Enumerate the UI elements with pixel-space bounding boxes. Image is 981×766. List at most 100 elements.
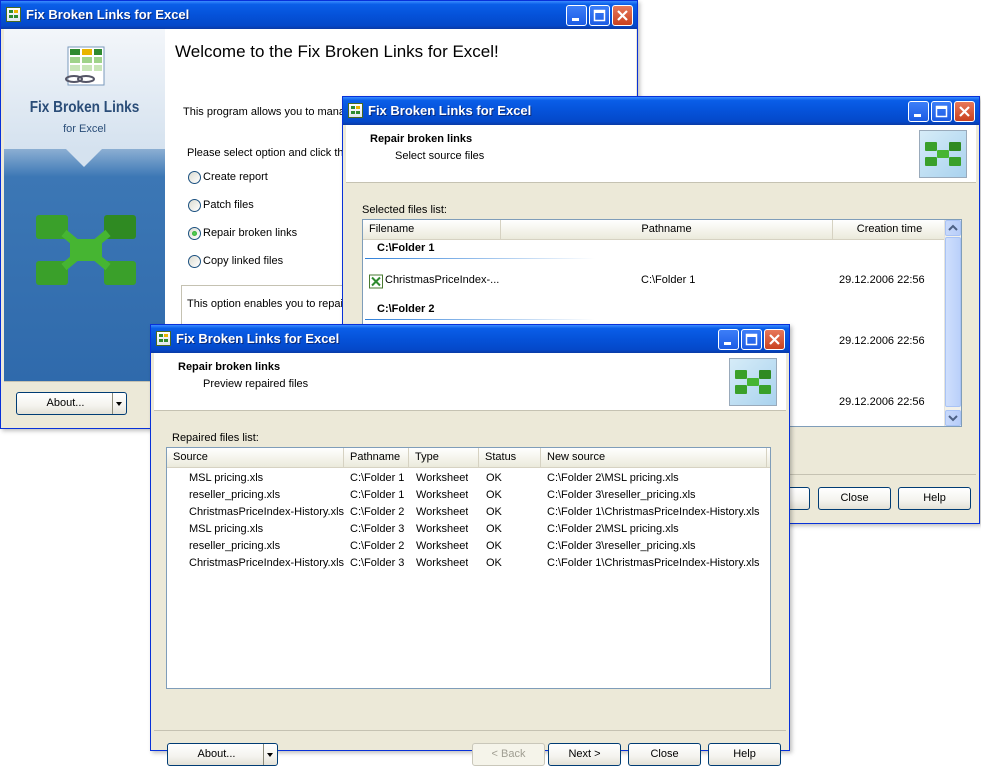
preview-window: Fix Broken Links for Excel Repair broken… [150, 324, 790, 766]
group-divider [365, 319, 595, 320]
minimize-button[interactable] [908, 101, 929, 122]
scroll-thumb[interactable] [945, 237, 961, 407]
row-status: OK [486, 557, 502, 569]
scroll-up-button[interactable] [945, 220, 961, 236]
maximize-icon [935, 105, 948, 118]
source-section-title: Repair broken links [370, 133, 473, 145]
col-new-source[interactable]: New source [541, 448, 767, 467]
list-item[interactable]: ChristmasPriceIndex-... C:\Folder 1 29.1… [363, 272, 945, 289]
preview-close-button[interactable]: Close [628, 743, 701, 766]
preview-about-button[interactable]: About... [167, 743, 278, 766]
row-status: OK [486, 472, 502, 484]
row-new-source: C:\Folder 2\MSL pricing.xls [547, 472, 679, 484]
table-row[interactable]: MSL pricing.xls C:\Folder 3 Worksheet OK C:\… [167, 521, 770, 538]
header-logo [919, 130, 967, 178]
row-source: MSL pricing.xls [189, 523, 264, 535]
maximize-button[interactable] [931, 101, 952, 122]
source-titlebar[interactable]: Fix Broken Links for Excel [343, 97, 979, 125]
col-source[interactable]: Source [167, 448, 344, 467]
table-row[interactable]: MSL pricing.xls C:\Folder 1 Worksheet OK C:\… [167, 470, 770, 487]
close-window-button[interactable] [612, 5, 633, 26]
row-type: Worksheet [416, 540, 469, 552]
welcome-about-button[interactable]: About... [16, 392, 127, 415]
option-patch-files-label[interactable]: Patch files [203, 199, 254, 211]
source-close-button[interactable]: Close [818, 487, 891, 510]
row-pathname: C:\Folder 1 [350, 489, 405, 501]
about-dropdown-arrow[interactable] [263, 744, 277, 765]
maximize-button[interactable] [741, 329, 762, 350]
col-type[interactable]: Type [409, 448, 479, 467]
col-filename[interactable]: Filename [363, 220, 501, 239]
next-button[interactable]: Next > [548, 743, 621, 766]
row-pathname: C:\Folder 3 [350, 523, 405, 535]
maximize-icon [745, 333, 758, 346]
minimize-button[interactable] [718, 329, 739, 350]
col-pathname[interactable]: Pathname [501, 220, 833, 239]
row-source: reseller_pricing.xls [189, 540, 281, 552]
welcome-heading: Welcome to the Fix Broken Links for Exce… [175, 42, 499, 61]
row-new-source: C:\Folder 1\ChristmasPriceIndex-History.… [547, 557, 760, 569]
about-dropdown-arrow[interactable] [112, 393, 126, 414]
close-window-button[interactable] [764, 329, 785, 350]
table-row[interactable]: ChristmasPriceIndex-History.xls C:\Folder… [167, 555, 770, 572]
option-copy-linked-files-label[interactable]: Copy linked files [203, 255, 283, 267]
minimize-button[interactable] [566, 5, 587, 26]
preview-header: Repair broken links Preview repaired fil… [154, 353, 786, 411]
row-type: Worksheet [416, 489, 469, 501]
scroll-down-button[interactable] [945, 410, 961, 426]
chevron-up-icon [948, 224, 958, 231]
brand-panel: Fix Broken Links for Excel [4, 29, 165, 381]
col-status[interactable]: Status [479, 448, 541, 467]
app-icon [348, 103, 363, 118]
option-create-report-radio[interactable] [188, 171, 201, 184]
minimize-icon [724, 342, 731, 345]
table-row[interactable]: ChristmasPriceIndex-History.xls C:\Folder… [167, 504, 770, 521]
source-help-button[interactable]: Help [898, 487, 971, 510]
row-pathname: C:\Folder 1 [350, 472, 405, 484]
preview-titlebar[interactable]: Fix Broken Links for Excel [151, 325, 789, 353]
window-title: Fix Broken Links for Excel [176, 331, 340, 346]
source-header: Repair broken links Select source files [346, 125, 976, 183]
group-divider [365, 258, 595, 259]
app-icon [156, 331, 171, 346]
list-vertical-scrollbar[interactable] [944, 220, 961, 426]
group-header: C:\Folder 1 [377, 242, 435, 254]
cross-logo-icon [925, 142, 961, 166]
preview-section-subtitle: Preview repaired files [203, 378, 309, 390]
row-pathname: C:\Folder 3 [350, 557, 405, 569]
welcome-titlebar[interactable]: Fix Broken Links for Excel [1, 1, 637, 29]
row-source: MSL pricing.xls [189, 472, 264, 484]
row-type: Worksheet [416, 523, 469, 535]
option-copy-linked-files-radio[interactable] [188, 255, 201, 268]
welcome-prompt: Please select option and click the [187, 147, 350, 159]
file-time: 29.12.2006 22:56 [839, 274, 925, 286]
window-title: Fix Broken Links for Excel [368, 103, 532, 118]
col-creation-time[interactable]: Creation time [833, 220, 947, 239]
repaired-files-list[interactable]: Source Pathname Type Status New source M… [166, 447, 771, 689]
option-repair-broken-links-radio[interactable] [188, 227, 201, 240]
chevron-down-icon [948, 415, 958, 422]
back-button[interactable]: < Back [472, 743, 545, 766]
col-pathname[interactable]: Pathname [344, 448, 409, 467]
file-time: 29.12.2006 22:56 [839, 335, 925, 347]
close-window-button[interactable] [954, 101, 975, 122]
option-create-report-label[interactable]: Create report [203, 171, 268, 183]
preview-client: Repair broken links Preview repaired fil… [154, 353, 786, 766]
close-icon [959, 106, 970, 117]
source-section-subtitle: Select source files [395, 150, 485, 162]
window-title: Fix Broken Links for Excel [26, 7, 190, 22]
option-repair-broken-links-label[interactable]: Repair broken links [203, 227, 297, 239]
minimize-icon [572, 18, 579, 21]
preview-help-button[interactable]: Help [708, 743, 781, 766]
preview-section-title: Repair broken links [178, 361, 281, 373]
row-type: Worksheet [416, 506, 469, 518]
row-pathname: C:\Folder 2 [350, 540, 405, 552]
row-status: OK [486, 523, 502, 535]
maximize-button[interactable] [589, 5, 610, 26]
table-row[interactable]: reseller_pricing.xls C:\Folder 1 Worksheet… [167, 487, 770, 504]
row-type: Worksheet [416, 472, 469, 484]
preview-about-label: About... [197, 748, 236, 760]
row-source: reseller_pricing.xls [189, 489, 281, 501]
option-patch-files-radio[interactable] [188, 199, 201, 212]
table-row[interactable]: reseller_pricing.xls C:\Folder 2 Worksheet… [167, 538, 770, 555]
